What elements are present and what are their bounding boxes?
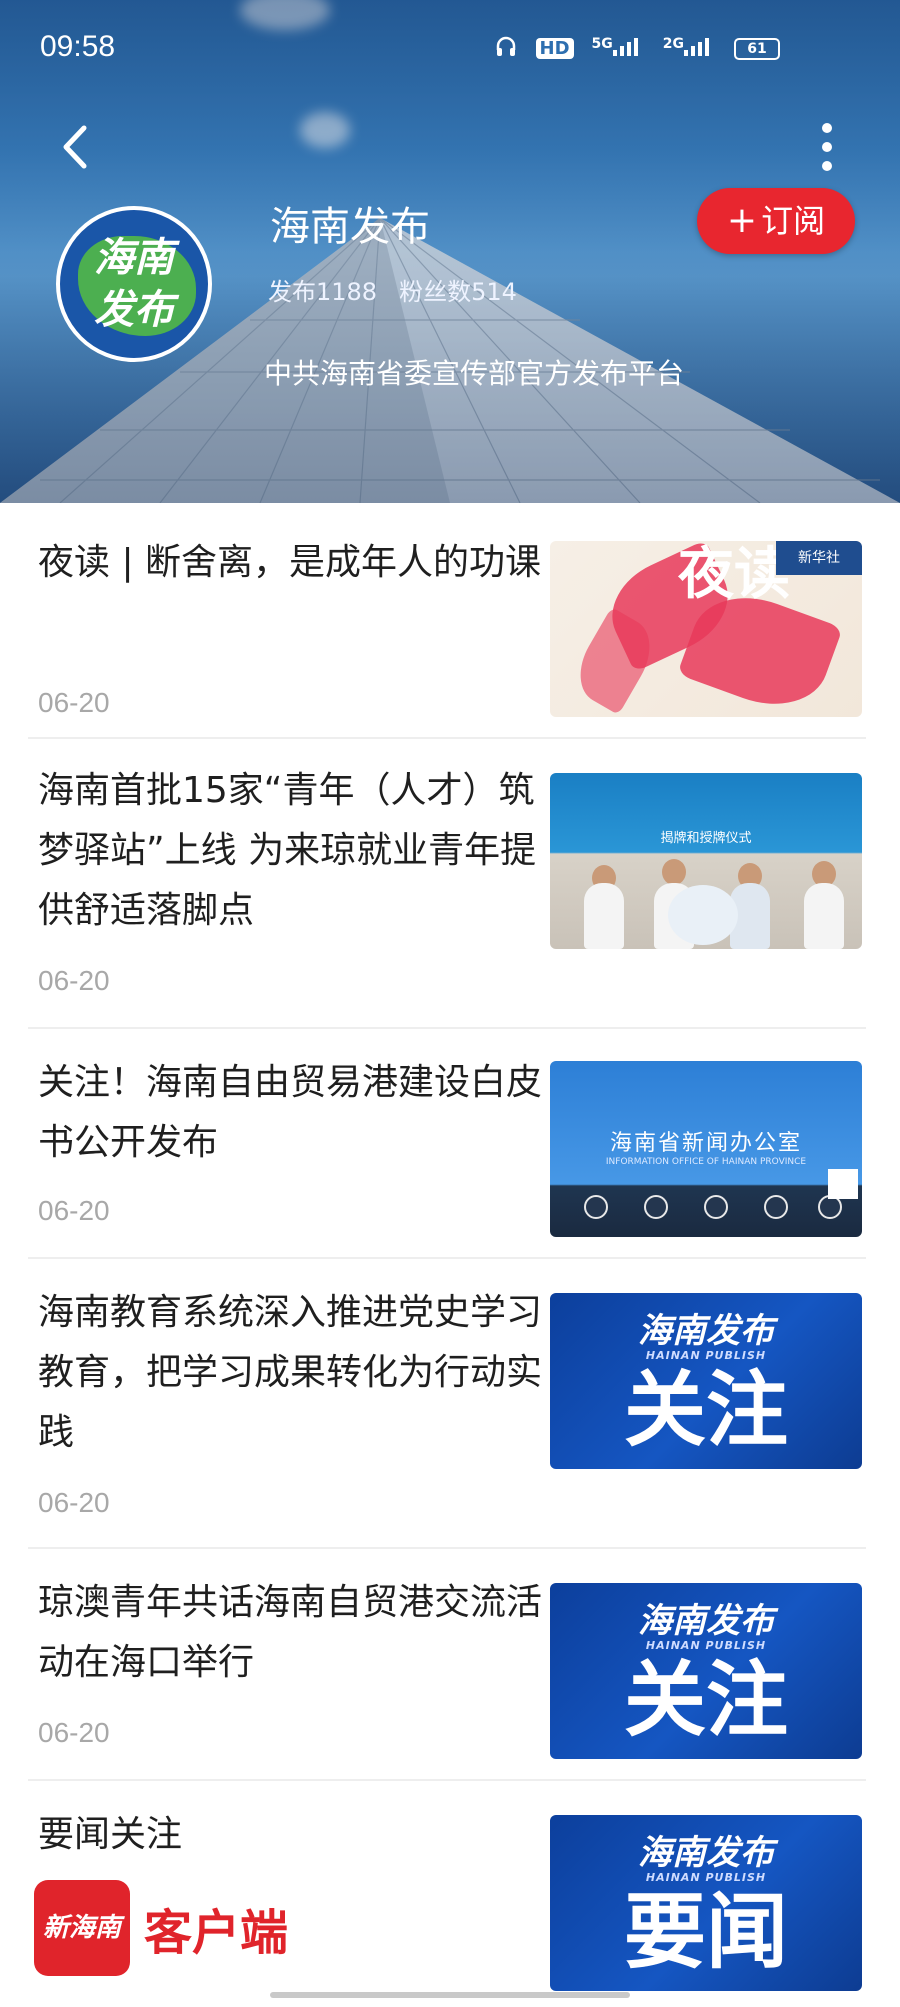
status-bar: 09:58 HD 5G 2G 61 <box>0 0 900 100</box>
article-title: 琼澳青年共话海南自贸港交流活动在海口举行 <box>38 1582 543 1683</box>
article-date: 06-20 <box>38 965 110 996</box>
article-thumbnail: 夜读 新华社 <box>550 541 862 717</box>
thumbnail-caption: 揭牌和授牌仪式 <box>660 831 752 846</box>
2g-signal-icon: 2G <box>663 36 716 61</box>
5g-signal-icon: 5G <box>592 36 645 61</box>
more-vertical-icon <box>822 123 832 171</box>
back-button[interactable] <box>56 122 96 172</box>
article-item[interactable]: 琼澳青年共话海南自贸港交流活动在海口举行 06-20 海南发布 HAINAN P… <box>28 1551 866 1781</box>
article-thumbnail: 海南发布 HAINAN PUBLISH 关注 <box>550 1583 862 1759</box>
article-thumbnail: 海南省新闻办公室 INFORMATION OFFICE OF HAINAN PR… <box>550 1061 862 1237</box>
article-title: 夜读 | 断舍离，是成年人的功课 <box>38 542 542 583</box>
article-date: 06-20 <box>38 687 110 718</box>
follower-count: 粉丝数514 <box>399 278 517 306</box>
watermark-text: 客户端 <box>144 1905 289 1961</box>
watermark-logo: 新海南 <box>34 1880 130 1976</box>
plus-icon: + <box>726 200 758 241</box>
thumbnail-brand: 海南发布 <box>638 1833 774 1873</box>
article-item[interactable]: 海南教育系统深入推进党史学习教育，把学习成果转化为行动实践 06-20 海南发布… <box>28 1261 866 1549</box>
article-thumbnail: 海南发布 HAINAN PUBLISH 要闻 <box>550 1815 862 1991</box>
account-header: 09:58 HD 5G 2G 61 海南发布 海南发布 发布1188 粉丝数51… <box>0 0 900 503</box>
hd-icon: HD <box>535 38 574 59</box>
article-title: 海南教育系统深入推进党史学习教育，把学习成果转化为行动实践 <box>38 1292 543 1453</box>
network-5g-label: 5G <box>591 36 613 52</box>
thumbnail-caption: 海南省新闻办公室 <box>609 1131 802 1156</box>
thumbnail-brand: 海南发布 <box>638 1311 774 1351</box>
subscribe-button[interactable]: + 订阅 <box>697 188 855 254</box>
chevron-left-icon <box>63 125 87 169</box>
article-thumbnail: 海南发布 HAINAN PUBLISH 关注 <box>550 1293 862 1469</box>
battery-icon: 61 <box>734 37 780 60</box>
thumbnail-caption: 要闻 <box>623 1885 788 1980</box>
headphones-icon <box>494 34 518 63</box>
thumbnail-caption: 关注 <box>623 1363 788 1458</box>
article-title: 海南首批15家“青年（人才）筑梦驿站”上线 为来琼就业青年提供舒适落脚点 <box>38 770 537 931</box>
article-item[interactable]: 关注！海南自由贸易港建设白皮书公开发布 06-20 海南省新闻办公室 INFOR… <box>28 1031 866 1259</box>
post-count: 发布1188 <box>268 278 378 306</box>
subscribe-label: 订阅 <box>761 202 826 240</box>
article-date: 06-20 <box>38 1487 110 1518</box>
more-options-button[interactable] <box>812 120 842 174</box>
article-title: 关注！海南自由贸易港建设白皮书公开发布 <box>38 1062 543 1163</box>
thumbnail-brand: 海南发布 <box>638 1601 774 1641</box>
article-title: 要闻关注 <box>38 1814 183 1855</box>
account-name: 海南发布 <box>270 204 430 250</box>
avatar-logo-text: 海南发布 <box>94 234 174 333</box>
watermark: 新海南 客户端 <box>34 1880 288 1976</box>
account-avatar: 海南发布 <box>56 206 212 362</box>
article-date: 06-20 <box>38 1717 110 1748</box>
thumbnail-caption: 夜读 <box>678 542 790 607</box>
article-item[interactable]: 海南首批15家“青年（人才）筑梦驿站”上线 为来琼就业青年提供舒适落脚点 06-… <box>28 741 866 1029</box>
status-time: 09:58 <box>40 30 116 63</box>
account-description: 中共海南省委宣传部官方发布平台 <box>264 357 685 390</box>
article-item[interactable]: 夜读 | 断舍离，是成年人的功课 06-20 夜读 新华社 <box>28 533 866 739</box>
home-indicator[interactable] <box>270 1992 630 1998</box>
account-stats: 发布1188 粉丝数514 <box>268 272 517 307</box>
network-2g-label: 2G <box>662 36 684 52</box>
thumbnail-subcaption: INFORMATION OFFICE OF HAINAN PROVINCE <box>605 1157 807 1167</box>
article-thumbnail: 揭牌和授牌仪式 <box>550 773 862 949</box>
thumbnail-caption: 关注 <box>623 1653 788 1748</box>
article-date: 06-20 <box>38 1195 110 1226</box>
thumbnail-tag: 新华社 <box>776 541 862 575</box>
